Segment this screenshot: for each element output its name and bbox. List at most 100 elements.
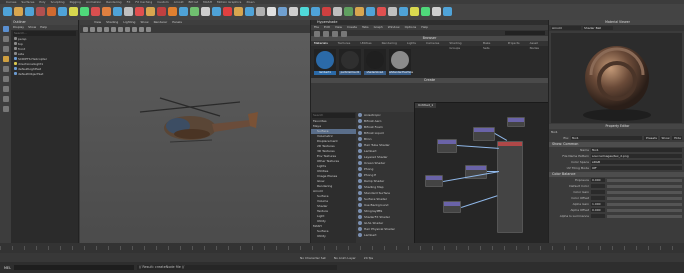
attribute-slider[interactable]	[607, 202, 682, 206]
hypershade-menu-item[interactable]: Graph	[374, 25, 383, 30]
outliner-search-input[interactable]: Search...	[13, 31, 76, 36]
attribute-slider[interactable]	[607, 214, 682, 218]
shelf-tool-icon[interactable]	[135, 6, 144, 16]
layout-two-icon[interactable]	[2, 106, 9, 112]
attribute-field[interactable]: 0.000	[591, 178, 605, 182]
shelf-tool-icon[interactable]	[80, 6, 89, 16]
shelf-tool-icon[interactable]	[113, 6, 122, 16]
browser-tab[interactable]: Cameras	[426, 41, 439, 46]
hypershade-menu-item[interactable]: Edit	[324, 25, 330, 30]
hypershade-menu-item[interactable]: View	[335, 25, 342, 30]
attribute-field[interactable]: 1.000	[591, 202, 605, 206]
browser-tab[interactable]: Textures	[338, 41, 351, 46]
shelf-tool-icon[interactable]	[146, 6, 155, 16]
attribute-slider[interactable]	[607, 190, 682, 194]
outliner-menu-item[interactable]: Show	[28, 25, 36, 30]
attribute-field[interactable]: sourceimages/tex_d.png	[591, 154, 682, 158]
show-button[interactable]: Show	[660, 136, 670, 140]
hypershade-menu-item[interactable]: Create	[347, 25, 357, 30]
shelf-tool-icon[interactable]	[344, 6, 353, 16]
shelf-tool-icon[interactable]	[201, 6, 210, 16]
shelf-tool-icon[interactable]	[69, 6, 78, 16]
viewport-panel[interactable]: View Shading Lighting Show Renderer Panels	[80, 20, 310, 260]
shelf-tab[interactable]: Custom	[155, 0, 171, 4]
shelf-tool-icon[interactable]	[388, 6, 397, 16]
material-swatch[interactable]: shaderGlow1	[364, 49, 386, 75]
attribute-slider[interactable]	[607, 196, 682, 200]
node-name-field[interactable]: fbx1	[571, 136, 642, 140]
clear-graph-icon[interactable]	[323, 31, 329, 37]
move-tool-icon[interactable]	[2, 56, 9, 62]
shelf-tool-icon[interactable]	[212, 6, 221, 16]
xray-icon[interactable]	[139, 26, 144, 32]
renderer-dropdown[interactable]: Arnold	[551, 26, 581, 30]
attribute-field[interactable]	[591, 214, 605, 218]
fps-label[interactable]: 24 fps	[364, 256, 373, 260]
shelf-tab[interactable]: XGen	[244, 0, 256, 4]
time-slider[interactable]	[0, 243, 684, 253]
mel-label[interactable]: MEL	[4, 266, 11, 270]
shelf-tool-icon[interactable]	[300, 6, 309, 16]
material-swatch[interactable]: aiStandardSurface	[389, 49, 413, 75]
shelf-tool-icon[interactable]	[443, 6, 452, 16]
attribute-field[interactable]: fbx1	[591, 148, 682, 152]
material-swatch[interactable]: particleCloud1	[339, 49, 361, 75]
attribute-field[interactable]: sRGB	[591, 160, 682, 164]
scale-tool-icon[interactable]	[2, 76, 9, 82]
graph-node[interactable]	[473, 127, 495, 141]
shelf-tool-icon[interactable]	[366, 6, 375, 16]
helicopter-model[interactable]	[120, 90, 270, 170]
shelf-tool-icon[interactable]	[410, 6, 419, 16]
paint-select-icon[interactable]	[2, 46, 9, 52]
attribute-field[interactable]	[591, 184, 605, 188]
anim-layer-label[interactable]: No Anim Layer	[334, 256, 356, 260]
textured-icon[interactable]	[111, 26, 116, 32]
shelf-tool-icon[interactable]	[102, 6, 111, 16]
lasso-tool-icon[interactable]	[2, 36, 9, 42]
shelf-tool-icon[interactable]	[168, 6, 177, 16]
shelf-tool-icon[interactable]	[36, 6, 45, 16]
shelf-tool-icon[interactable]	[256, 6, 265, 16]
hypershade-menu-item[interactable]: Help	[421, 25, 428, 30]
shelf-tool-icon[interactable]	[399, 6, 408, 16]
attribute-slider[interactable]	[607, 208, 682, 212]
shelf-tool-icon[interactable]	[432, 6, 441, 16]
browser-tab[interactable]: Lights	[407, 41, 416, 46]
create-category[interactable]: Utility	[311, 234, 356, 239]
character-set-label[interactable]: No Character Set	[300, 256, 326, 260]
shelf-tool-icon[interactable]	[377, 6, 386, 16]
shadows-icon[interactable]	[125, 26, 130, 32]
attribute-field[interactable]: 0.000	[591, 208, 605, 212]
hypershade-menu-item[interactable]: Window	[388, 25, 400, 30]
shelf-tool-icon[interactable]	[190, 6, 199, 16]
lights-icon[interactable]	[118, 26, 123, 32]
attribute-field[interactable]: Off	[591, 166, 682, 170]
shelf-tool-icon[interactable]	[58, 6, 67, 16]
mel-input[interactable]	[13, 265, 134, 270]
shelf-tab[interactable]: Arnold	[172, 0, 186, 4]
attribute-field[interactable]	[591, 196, 605, 200]
outliner-item[interactable]: defaultObjectSet	[11, 72, 78, 77]
shelf-tab[interactable]: Rendering	[104, 0, 123, 4]
layout-four-icon[interactable]	[2, 96, 9, 102]
hypershade-menu-item[interactable]: Options	[405, 25, 417, 30]
shelf-tool-icon[interactable]	[124, 6, 133, 16]
graph-tab[interactable]: Untitled_1	[415, 103, 437, 108]
attribute-slider[interactable]	[607, 184, 682, 188]
browser-tab[interactable]: Shading Groups	[449, 41, 473, 50]
wireframe-icon[interactable]	[97, 26, 102, 32]
shelf-tool-icon[interactable]	[91, 6, 100, 16]
shelf-tool-icon[interactable]	[311, 6, 320, 16]
shelf-tool-icon[interactable]	[47, 6, 56, 16]
outliner-menu-item[interactable]: Help	[40, 25, 47, 30]
hypershade-search-input[interactable]	[505, 31, 545, 35]
shelf-tab[interactable]: Surfaces	[19, 0, 36, 4]
shelf-tool-icon[interactable]	[322, 6, 331, 16]
shelf-tool-icon[interactable]	[289, 6, 298, 16]
shelf-tab[interactable]: Curves	[4, 0, 18, 4]
shelf-tool-icon[interactable]	[234, 6, 243, 16]
shelf-tab[interactable]: Sculpting	[49, 0, 67, 4]
hypershade-menu-item[interactable]: File	[314, 25, 319, 30]
shelf-tool-icon[interactable]	[333, 6, 342, 16]
browser-tab[interactable]: Rendering	[382, 41, 397, 46]
